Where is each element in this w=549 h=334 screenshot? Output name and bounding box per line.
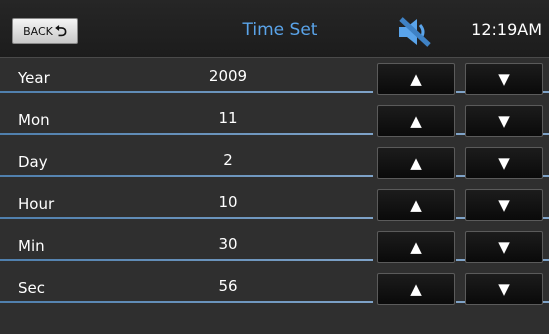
down-arrow-icon: ▼ bbox=[498, 112, 510, 130]
time-row-month: Mon 11 ▲ ▼ bbox=[0, 100, 549, 142]
up-arrow-icon: ▲ bbox=[410, 154, 422, 172]
down-arrow-icon: ▼ bbox=[498, 196, 510, 214]
up-arrow-icon: ▲ bbox=[410, 112, 422, 130]
row-value: 2009 bbox=[208, 67, 248, 85]
decrement-button[interactable]: ▼ bbox=[465, 147, 543, 179]
row-divider bbox=[456, 259, 465, 261]
row-divider bbox=[0, 301, 373, 303]
row-label: Min bbox=[18, 237, 45, 255]
row-divider bbox=[0, 259, 373, 261]
row-divider bbox=[456, 175, 465, 177]
down-arrow-icon: ▼ bbox=[498, 154, 510, 172]
down-arrow-icon: ▼ bbox=[498, 238, 510, 256]
row-label: Year bbox=[18, 69, 50, 87]
up-arrow-icon: ▲ bbox=[410, 280, 422, 298]
increment-button[interactable]: ▲ bbox=[377, 189, 455, 221]
down-arrow-icon: ▼ bbox=[498, 70, 510, 88]
page-title: Time Set bbox=[242, 20, 318, 40]
time-row-day: Day 2 ▲ ▼ bbox=[0, 142, 549, 184]
row-value: 2 bbox=[223, 151, 233, 169]
title-bar: BACK ⮌ Time Set 12:19AM bbox=[0, 0, 549, 58]
up-arrow-icon: ▲ bbox=[410, 238, 422, 256]
row-value: 56 bbox=[218, 277, 238, 295]
time-row-hour: Hour 10 ▲ ▼ bbox=[0, 184, 549, 226]
row-divider bbox=[0, 133, 373, 135]
clock-display: 12:19AM bbox=[471, 20, 542, 39]
increment-button[interactable]: ▲ bbox=[377, 231, 455, 263]
return-arrow-icon: ⮌ bbox=[54, 21, 67, 40]
row-value: 11 bbox=[218, 109, 238, 127]
decrement-button[interactable]: ▼ bbox=[465, 63, 543, 95]
up-arrow-icon: ▲ bbox=[410, 196, 422, 214]
increment-button[interactable]: ▲ bbox=[377, 147, 455, 179]
row-divider bbox=[0, 91, 373, 93]
decrement-button[interactable]: ▼ bbox=[465, 273, 543, 305]
row-label: Day bbox=[18, 153, 48, 171]
row-divider bbox=[0, 217, 373, 219]
time-row-second: Sec 56 ▲ ▼ bbox=[0, 268, 549, 310]
row-value: 10 bbox=[218, 193, 238, 211]
speaker-muted-icon[interactable] bbox=[395, 15, 433, 49]
increment-button[interactable]: ▲ bbox=[377, 63, 455, 95]
decrement-button[interactable]: ▼ bbox=[465, 231, 543, 263]
back-button[interactable]: BACK ⮌ bbox=[12, 18, 78, 44]
row-divider bbox=[0, 175, 373, 177]
row-divider bbox=[456, 91, 465, 93]
row-label: Sec bbox=[18, 279, 45, 297]
back-label: BACK bbox=[23, 24, 53, 38]
decrement-button[interactable]: ▼ bbox=[465, 105, 543, 137]
down-arrow-icon: ▼ bbox=[498, 280, 510, 298]
row-divider bbox=[456, 217, 465, 219]
row-label: Mon bbox=[18, 111, 50, 129]
time-row-minute: Min 30 ▲ ▼ bbox=[0, 226, 549, 268]
decrement-button[interactable]: ▼ bbox=[465, 189, 543, 221]
row-divider bbox=[456, 301, 465, 303]
increment-button[interactable]: ▲ bbox=[377, 105, 455, 137]
up-arrow-icon: ▲ bbox=[410, 70, 422, 88]
row-divider bbox=[456, 133, 465, 135]
increment-button[interactable]: ▲ bbox=[377, 273, 455, 305]
row-label: Hour bbox=[18, 195, 55, 213]
time-row-year: Year 2009 ▲ ▼ bbox=[0, 58, 549, 100]
row-value: 30 bbox=[218, 235, 238, 253]
